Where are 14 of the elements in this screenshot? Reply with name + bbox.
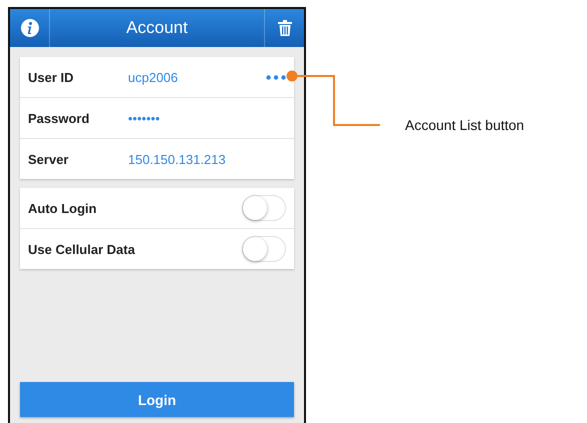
field-label: User ID xyxy=(28,70,75,84)
field-value[interactable]: ••••••• xyxy=(128,110,286,126)
setting-label: Use Cellular Data xyxy=(28,242,135,256)
more-button[interactable] xyxy=(266,72,286,82)
toggle-switch[interactable] xyxy=(242,195,286,221)
field-label: Server xyxy=(28,152,70,166)
toggle-switch[interactable] xyxy=(242,236,286,262)
field-label: Password xyxy=(28,110,90,126)
field-value[interactable]: ucp2006 xyxy=(128,70,266,84)
login-button[interactable]: Login xyxy=(20,382,294,417)
callout-label: Account List button xyxy=(405,117,524,133)
screen-title: Account xyxy=(126,18,188,38)
setting-label: Auto Login xyxy=(28,200,98,216)
field-value[interactable]: 150.150.131.213 xyxy=(128,152,286,166)
